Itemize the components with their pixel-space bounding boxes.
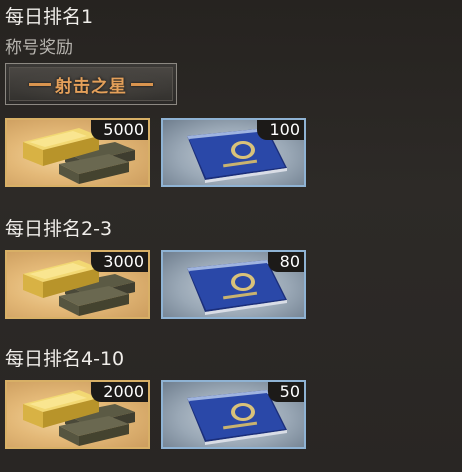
badge-right-dash	[131, 82, 153, 86]
reward-quantity: 2000	[91, 382, 148, 402]
badge-left-dash	[29, 82, 51, 86]
reward-passport[interactable]: 50	[161, 380, 306, 449]
section-title: 每日排名2-3	[5, 218, 113, 240]
reward-gold[interactable]: 5000	[5, 118, 150, 187]
reward-quantity: 5000	[91, 120, 148, 140]
reward-quantity: 3000	[91, 252, 148, 272]
reward-passport[interactable]: 80	[161, 250, 306, 319]
title-badge-frame: 射击之星	[9, 67, 173, 101]
title-badge[interactable]: 射击之星	[5, 63, 177, 105]
reward-quantity: 50	[267, 382, 304, 402]
section-title: 每日排名1	[5, 6, 94, 28]
reward-gold[interactable]: 2000	[5, 380, 150, 449]
reward-gold[interactable]: 3000	[5, 250, 150, 319]
badge-title-text: 射击之星	[55, 76, 127, 97]
section-title: 每日排名4-10	[5, 348, 125, 370]
reward-quantity: 80	[267, 252, 304, 272]
reward-quantity: 100	[257, 120, 304, 140]
reward-passport[interactable]: 100	[161, 118, 306, 187]
title-reward-label: 称号奖励	[5, 38, 73, 58]
